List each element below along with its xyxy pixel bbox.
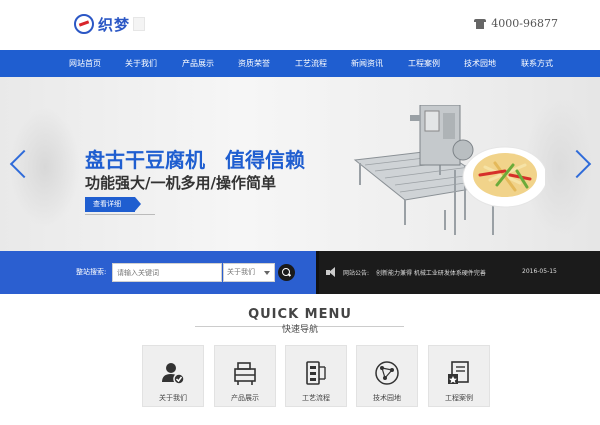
search-button-icon[interactable] xyxy=(278,264,295,281)
main-nav: 网站首页 关于我们 产品展示 资质荣誉 工艺流程 新闻资讯 工程案例 技术园地 … xyxy=(0,50,600,77)
nav-item-news[interactable]: 新闻资讯 xyxy=(339,50,395,77)
quick-menu-label: 产品展示 xyxy=(231,394,259,402)
site-header: 织梦 4000-96877 xyxy=(0,0,600,50)
tofu-machine-image xyxy=(353,105,545,235)
nav-item-home[interactable]: 网站首页 xyxy=(57,50,113,77)
logo-text: 织梦 xyxy=(98,15,131,34)
quick-menu-title: QUICK MENU xyxy=(248,307,352,322)
logo[interactable]: 织梦 xyxy=(74,12,146,36)
nav-item-about[interactable]: 关于我们 xyxy=(113,50,169,77)
quick-menu-item-cases[interactable]: 工程案例 xyxy=(428,345,490,407)
quick-menu-item-process[interactable]: 工艺流程 xyxy=(285,345,347,407)
case-document-icon xyxy=(448,361,469,384)
nav-item-cases[interactable]: 工程案例 xyxy=(396,50,452,77)
notice-date: 2016-05-15 xyxy=(522,268,557,275)
chevron-down-icon xyxy=(264,271,270,275)
phone-number: 4000-96877 xyxy=(491,17,558,30)
quick-menu-subtitle: 快速导航 xyxy=(281,325,318,335)
quick-menu-label: 技术园地 xyxy=(373,394,401,402)
search-label: 整站搜索: xyxy=(76,268,107,276)
flow-icon xyxy=(306,361,326,385)
nav-item-contact[interactable]: 联系方式 xyxy=(509,50,565,77)
notice-label: 网站公告: xyxy=(343,270,370,277)
quick-menu-item-about[interactable]: 关于我们 xyxy=(142,345,204,407)
quick-menu-label: 工程案例 xyxy=(445,394,473,402)
notice-bar: 网站公告: 创新能力兼得 机械工业研发体系硬件完善 2016-05-15 xyxy=(316,251,600,294)
banner-headline-product: 盘古干豆腐机 xyxy=(85,148,205,172)
logo-decoration xyxy=(133,17,146,31)
user-check-icon xyxy=(162,363,185,385)
phone-contact: 4000-96877 xyxy=(474,17,558,30)
speaker-icon xyxy=(326,267,338,278)
view-details-button[interactable]: 查看详细 xyxy=(85,197,141,212)
nav-item-process[interactable]: 工艺流程 xyxy=(283,50,339,77)
quick-menu-label: 关于我们 xyxy=(159,394,187,402)
banner-headline-slogan: 值得信赖 xyxy=(225,148,305,172)
banner-headline: 盘古干豆腐机 值得信赖 xyxy=(85,144,305,173)
logo-mark-icon xyxy=(74,14,94,34)
network-icon xyxy=(375,361,399,385)
search-bar: 整站搜索: 关于我们 xyxy=(0,251,316,294)
nav-item-products[interactable]: 产品展示 xyxy=(170,50,226,77)
notice-divider xyxy=(316,251,319,294)
carousel-next-icon[interactable] xyxy=(577,144,591,182)
button-underline xyxy=(85,214,155,215)
search-input[interactable] xyxy=(112,263,222,282)
nav-item-honors[interactable]: 资质荣誉 xyxy=(226,50,282,77)
quick-menu-item-tech[interactable]: 技术园地 xyxy=(356,345,418,407)
search-scope-value: 关于我们 xyxy=(227,268,255,276)
phone-icon xyxy=(474,18,487,29)
notice-link[interactable]: 创新能力兼得 机械工业研发体系硬件完善 xyxy=(376,268,486,277)
quick-menu-item-products[interactable]: 产品展示 xyxy=(214,345,276,407)
search-scope-select[interactable]: 关于我们 xyxy=(223,263,275,282)
nav-item-tech[interactable]: 技术园地 xyxy=(452,50,508,77)
quick-menu-label: 工艺流程 xyxy=(302,394,330,402)
machine-icon xyxy=(234,362,256,385)
banner-subheadline: 功能强大/一机多用/操作简单 xyxy=(85,174,276,192)
carousel-prev-icon[interactable] xyxy=(8,144,22,182)
